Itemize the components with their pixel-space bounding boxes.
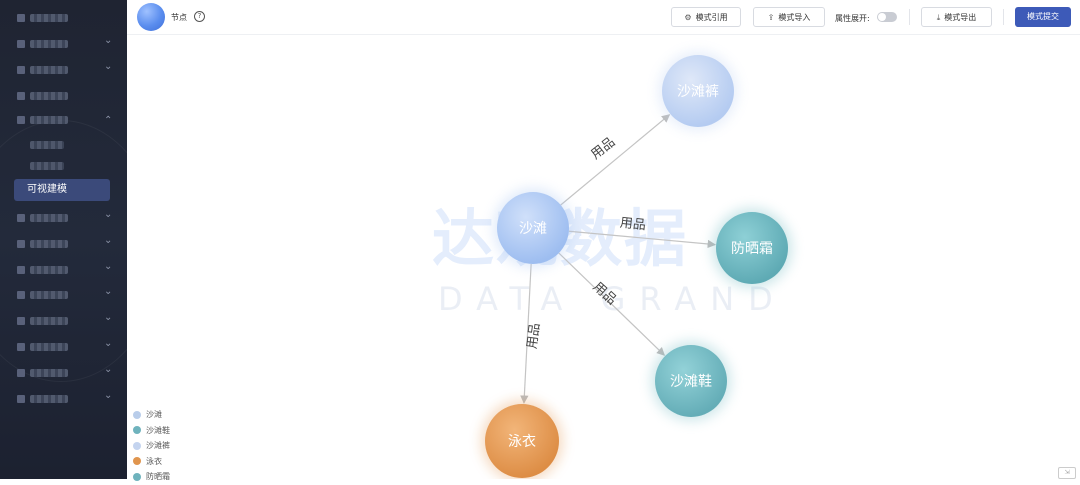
legend-item[interactable]: 沙滩 (133, 407, 170, 423)
legend-dot-icon (133, 472, 141, 481)
legend: 沙滩沙滩鞋沙滩裤泳衣防晒霜 (133, 407, 170, 485)
graph-edge-beach-pants[interactable] (560, 114, 671, 206)
graph-edge-label: 用品 (619, 216, 646, 234)
legend-dot-icon (133, 441, 141, 450)
legend-item[interactable]: 沙滩裤 (133, 438, 170, 454)
legend-label: 沙滩鞋 (146, 425, 170, 435)
legend-item[interactable]: 防晒霜 (133, 469, 170, 485)
graph-edge-label: 用品 (590, 280, 619, 309)
legend-label: 沙滩 (146, 410, 162, 420)
legend-dot-icon (133, 410, 141, 419)
legend-dot-icon (133, 426, 141, 435)
legend-label: 泳衣 (146, 456, 162, 466)
graph-node-label: 防晒霜 (731, 241, 773, 257)
graph-node-label: 泳衣 (508, 434, 536, 450)
graph-node-label: 沙滩裤 (677, 84, 719, 100)
legend-label: 沙滩裤 (146, 441, 170, 451)
legend-item[interactable]: 泳衣 (133, 454, 170, 470)
legend-item[interactable]: 沙滩鞋 (133, 423, 170, 439)
legend-label: 防晒霜 (146, 472, 170, 482)
graph-node-label: 沙滩鞋 (670, 374, 712, 390)
graph-edge-label: 用品 (525, 322, 543, 350)
graph-node-label: 沙滩 (519, 221, 547, 237)
zoom-control[interactable]: ⇲ (1058, 467, 1076, 479)
legend-dot-icon (133, 457, 141, 466)
graph-edge-beach-sunscreen[interactable] (568, 230, 716, 249)
graph-edge-label: 用品 (588, 135, 618, 163)
